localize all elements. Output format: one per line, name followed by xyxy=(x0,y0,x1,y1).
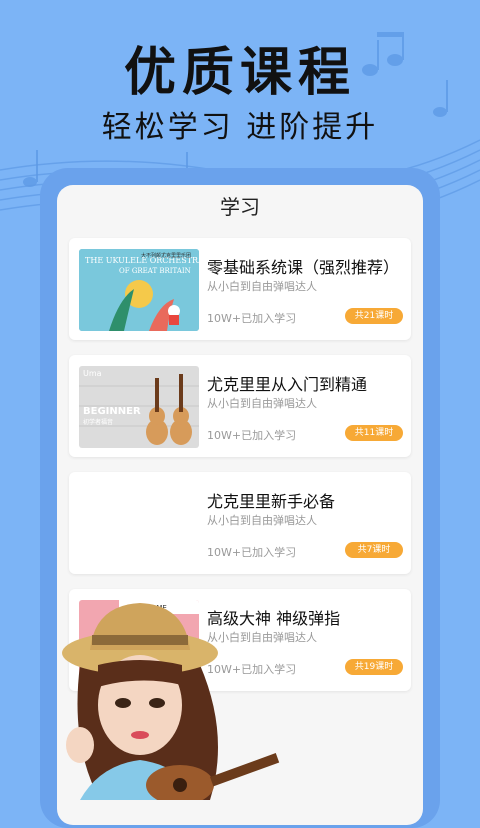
thumb-text-2: OF GREAT BRITAIN xyxy=(119,267,191,275)
course-subtitle: 从小白到自由弹唱达人 xyxy=(207,514,317,527)
course-thumbnail xyxy=(79,483,199,565)
course-thumbnail: Uma BEGINNER 初学者福音 xyxy=(79,366,199,448)
promo-subline: 轻松学习 进阶提升 xyxy=(101,110,379,145)
enroll-count: 10W+已加入学习 xyxy=(207,312,297,325)
page-title: 学习 xyxy=(220,195,260,219)
course-title: 尤克里里新手必备 xyxy=(207,492,336,511)
course-card-1[interactable]: THE UKULELE ORCHESTRA OF GREAT BRITAIN 大… xyxy=(69,238,411,340)
enroll-count: 10W+已加入学习 xyxy=(207,429,297,442)
enroll-count: 10W+已加入学习 xyxy=(207,546,297,559)
thumb-text-3: 初学者福音 xyxy=(83,418,113,426)
course-card-3[interactable]: 尤克里里新手必备 从小白到自由弹唱达人 10W+已加入学习 共7课时 xyxy=(69,472,411,574)
thumb-text-3: 大不列颠尤克里里乐团 xyxy=(141,252,191,259)
thumb-text-1: Uma xyxy=(83,369,102,378)
course-card-2[interactable]: Uma BEGINNER 初学者福音 尤克里里从入门到精通 从小白到自由弹唱达人… xyxy=(69,355,411,457)
course-thumbnail: THE UKULELE ORCHESTRA OF GREAT BRITAIN 大… xyxy=(79,249,199,331)
promo-headline: 优质课程 xyxy=(123,43,356,103)
course-subtitle: 从小白到自由弹唱达人 xyxy=(207,280,317,293)
course-title: 尤克里里从入门到精通 xyxy=(207,375,368,394)
lesson-count-badge: 共7课时 xyxy=(345,542,403,558)
lesson-count-badge: 共19课时 xyxy=(345,659,403,675)
course-subtitle: 从小白到自由弹唱达人 xyxy=(207,397,317,410)
lesson-count-badge: 共11课时 xyxy=(345,425,403,441)
course-title: 零基础系统课（强烈推荐） xyxy=(207,258,400,277)
thumb-text-2: BEGINNER xyxy=(83,406,141,417)
lesson-count-badge: 共21课时 xyxy=(345,308,403,324)
girl-illustration xyxy=(62,603,280,800)
